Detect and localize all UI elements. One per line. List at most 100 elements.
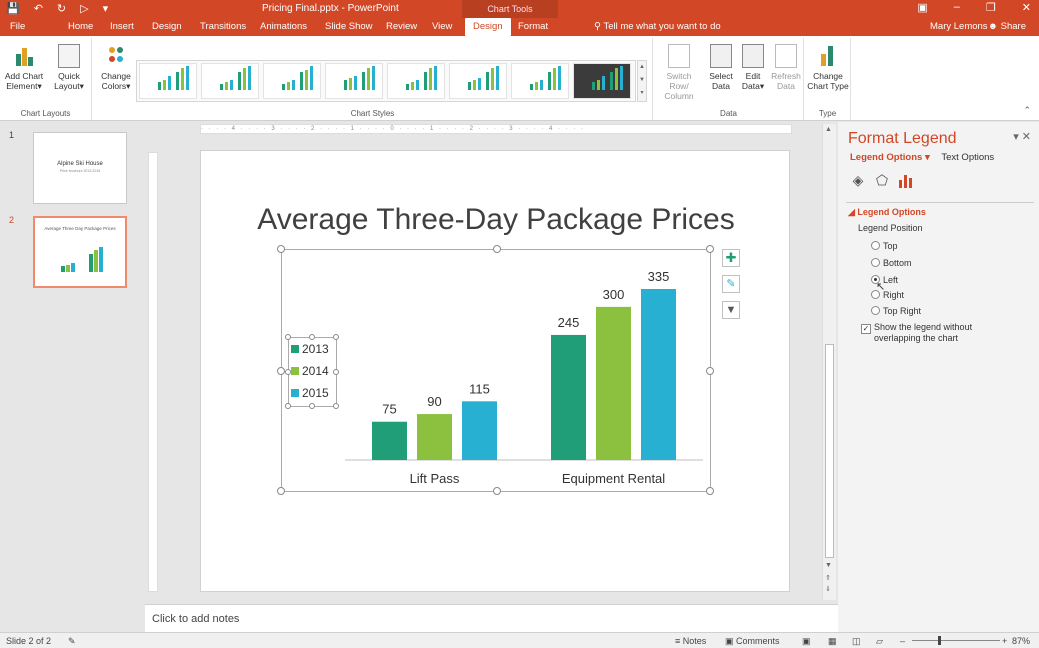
chart-styles-button[interactable]: ✎ [722,275,740,293]
bar-2014-0[interactable] [417,414,452,460]
legend-handle[interactable] [285,403,291,409]
slide-title[interactable]: Average Three-Day Package Prices [201,203,791,237]
legend-handle[interactable] [285,334,291,340]
bar-2014-1[interactable] [596,306,631,460]
tab-review[interactable]: Review [386,21,417,32]
zoom-slider[interactable] [912,640,1000,641]
pane-options-icon[interactable]: ▾ [1013,131,1019,143]
tab-chart-design[interactable]: Design [465,18,511,36]
zoom-out-icon[interactable]: – [900,636,905,646]
legend-options-icon[interactable] [898,172,914,188]
comments-button[interactable]: ▣ Comments [725,636,780,647]
tab-animations[interactable]: Animations [260,21,307,32]
close-icon[interactable]: ✕ [1022,1,1031,14]
bar-2015-1[interactable] [641,289,676,460]
redo-icon[interactable]: ↻ [57,2,66,15]
zoom-level[interactable]: 87% [1012,636,1030,646]
edit-data-button[interactable]: Edit Data▾ [738,44,768,91]
ribbon-display-options-icon[interactable]: ▣ [917,1,927,14]
chart-style-8[interactable] [573,63,631,99]
legend-options-tab[interactable]: Legend Options ▾ [850,152,930,163]
tab-transitions[interactable]: Transitions [200,21,246,32]
legend-handle[interactable] [333,334,339,340]
legend-handle[interactable] [333,369,339,375]
refresh-data-button[interactable]: Refresh Data [770,44,802,91]
previous-slide-icon[interactable]: ⇑ [825,574,831,582]
thumbnail-1-title: Alpine Ski House [57,161,103,167]
next-slide-icon[interactable]: ⇓ [825,585,831,593]
chart-style-3[interactable] [263,63,321,99]
minimize-icon[interactable]: – [954,1,960,14]
tab-home[interactable]: Home [68,21,93,32]
scroll-down-icon[interactable]: ▼ [825,562,832,569]
spelling-icon[interactable]: ✎ [68,636,76,647]
legend-handle[interactable] [333,403,339,409]
normal-view-icon[interactable]: ▣ [802,636,811,647]
tab-insert[interactable]: Insert [110,21,134,32]
undo-icon[interactable]: ↶ [34,2,43,15]
scroll-thumb[interactable] [825,344,834,558]
horizontal-ruler: · · · · 4 · · · · 3 · · · · 2 · · · · 1 … [200,124,792,134]
chart-filters-button[interactable]: ▼ [722,301,740,319]
legend-swatch [291,367,299,375]
position-top-radio[interactable]: Top [871,241,898,251]
customize-qat-icon[interactable]: ▾ [103,2,109,15]
tab-view[interactable]: View [432,21,452,32]
chart-elements-button[interactable]: ✚ [722,249,740,267]
slide-thumbnail-2[interactable]: Average Three Day Package Prices [33,216,127,288]
chart-style-6[interactable] [449,63,507,99]
text-options-tab[interactable]: Text Options [941,152,994,163]
slide-sorter-icon[interactable]: ▦ [828,636,837,647]
scroll-up-icon[interactable]: ▲ [825,126,832,133]
legend-handle[interactable] [309,403,315,409]
chart-style-1[interactable] [139,63,197,99]
gallery-more-button[interactable]: ▲ ▼ ▾ [637,60,647,102]
chart-legend[interactable]: 2013 2014 2015 [285,334,339,409]
position-top-right-radio[interactable]: Top Right [871,306,921,316]
start-from-beginning-icon[interactable]: ▷ [80,2,88,15]
zoom-slider-thumb[interactable] [938,636,941,645]
status-bar: Slide 2 of 2 ✎ ≡ Notes ▣ Comments ▣ ▦ ◫ … [0,632,1039,648]
pane-tabs: Legend Options ▾ Text Options [850,152,994,163]
chart-style-2[interactable] [201,63,259,99]
tab-slide-show[interactable]: Slide Show [325,21,373,32]
fill-line-icon[interactable]: ◈ [850,172,866,188]
tab-design[interactable]: Design [152,21,182,32]
tab-chart-format[interactable]: Format [518,21,548,32]
pane-close-icon[interactable]: ✕ [1022,131,1031,143]
collapse-ribbon-icon[interactable]: ⌃ [1023,105,1031,116]
tab-file[interactable]: File [10,21,25,32]
slide-thumbnail-1[interactable]: Alpine Ski House Price brochure 2013-201… [33,132,127,204]
tell-me-box[interactable]: ⚲ Tell me what you want to do [594,21,721,32]
position-bottom-radio[interactable]: Bottom [871,258,912,268]
add-chart-element-button[interactable]: Add Chart Element▾ [2,44,46,91]
bar-2015-0[interactable] [462,401,497,460]
change-chart-type-button[interactable]: Change Chart Type [807,44,849,91]
notes-placeholder[interactable]: Click to add notes [152,613,239,625]
chart-layouts-group-label: Chart Layouts [20,109,71,118]
reading-view-icon[interactable]: ◫ [852,636,861,647]
share-button[interactable]: ☻ Share [988,21,1026,32]
slide-show-icon[interactable]: ▱ [876,636,883,647]
change-colors-button[interactable]: Change Colors▾ [99,44,133,91]
restore-icon[interactable]: ❐ [986,1,996,14]
legend-options-section[interactable]: ◢ Legend Options [848,207,926,218]
switch-row-column-button[interactable]: Switch Row/ Column [656,44,702,101]
slide-canvas[interactable]: Average Three-Day Package Prices 75 90 115… [200,150,790,592]
bar-2013-1[interactable] [551,334,586,460]
chart-style-7[interactable] [511,63,569,99]
chart-style-5[interactable] [387,63,445,99]
chart-plot[interactable]: 75 90 115 Lift Pass 245 300 335 Equipment Renta… [281,249,711,492]
zoom-in-icon[interactable]: + [1002,636,1007,646]
chart-style-4[interactable] [325,63,383,99]
notes-button[interactable]: ≡ Notes [675,636,706,646]
bar-2013-0[interactable] [372,421,407,460]
user-name[interactable]: Mary Lemons [930,21,988,32]
vertical-scrollbar[interactable]: ▲ ▼ ⇑ ⇓ [822,124,836,600]
thumbnail-bar [99,247,103,272]
save-icon[interactable]: 💾 [6,2,20,15]
effects-icon[interactable]: ⬠ [874,172,890,188]
legend-handle[interactable] [309,334,315,340]
quick-layout-button[interactable]: Quick Layout▾ [48,44,90,91]
select-data-button[interactable]: Select Data [706,44,736,91]
